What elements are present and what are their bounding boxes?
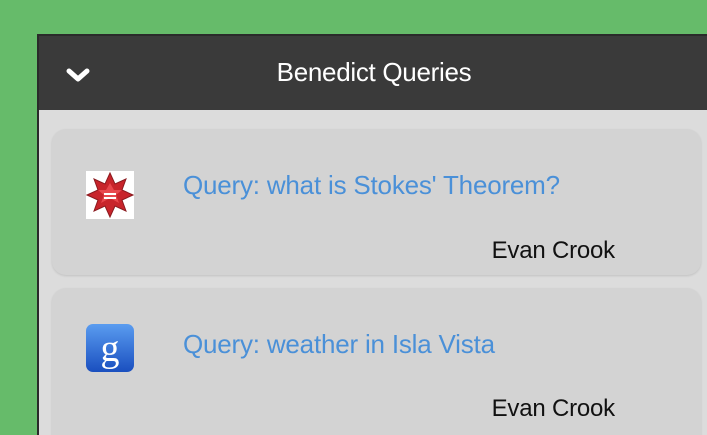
- query-text[interactable]: Query: weather in Isla Vista: [183, 331, 633, 357]
- panel-header: Benedict Queries: [39, 34, 707, 110]
- google-icon: g: [86, 324, 134, 372]
- panel-title: Benedict Queries: [276, 57, 472, 87]
- query-card[interactable]: Query: what is Stokes' Theorem? Evan Cro…: [52, 129, 701, 275]
- wolfram-alpha-icon: [86, 171, 134, 219]
- query-author: Evan Crook: [491, 237, 616, 264]
- query-list: Query: what is Stokes' Theorem? Evan Cro…: [39, 110, 707, 435]
- query-text[interactable]: Query: what is Stokes' Theorem?: [183, 172, 633, 198]
- svg-text:g: g: [101, 328, 120, 370]
- query-author: Evan Crook: [491, 395, 616, 422]
- queries-panel: Benedict Queries Query: what is Stokes' …: [37, 34, 707, 435]
- query-card[interactable]: g Query: weather in Isla Vista Evan Croo…: [52, 288, 701, 435]
